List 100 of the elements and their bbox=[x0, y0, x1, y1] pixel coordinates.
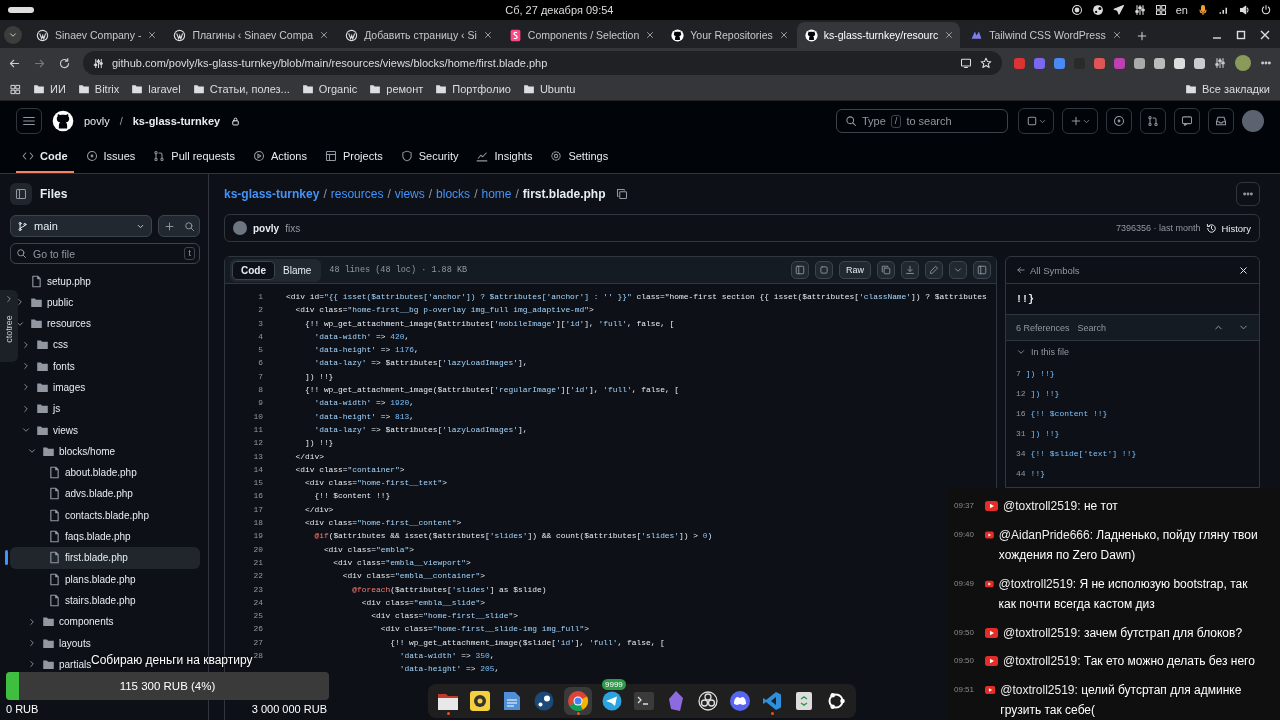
extension-icon[interactable] bbox=[1174, 57, 1185, 69]
browser-tab[interactable]: Плагины ‹ Sinaev Compa bbox=[165, 22, 336, 48]
browser-tab[interactable]: ks-glass-turnkey/resourc bbox=[796, 22, 961, 48]
reference-line-number[interactable]: 44 bbox=[1016, 468, 1026, 478]
file-item[interactable]: contacts.blade.php bbox=[14, 509, 151, 522]
branch-selector[interactable]: main bbox=[10, 215, 152, 237]
piston-icon[interactable] bbox=[534, 691, 554, 711]
pull-requests-button[interactable] bbox=[1140, 108, 1166, 134]
volume-icon[interactable] bbox=[1239, 4, 1251, 16]
piston-icon[interactable] bbox=[1091, 4, 1104, 16]
paper-plane-icon[interactable] bbox=[1112, 4, 1125, 16]
file-item[interactable]: faqs.blade.php bbox=[14, 530, 133, 543]
issues-button[interactable] bbox=[1106, 108, 1132, 134]
history-link[interactable]: History bbox=[1221, 222, 1251, 234]
repo-tab[interactable]: Projects bbox=[318, 141, 389, 173]
ribbon-icon[interactable] bbox=[762, 691, 782, 711]
close-icon[interactable] bbox=[147, 30, 158, 40]
folder-item[interactable]: components bbox=[14, 615, 116, 628]
bookmark-folder[interactable]: Organic bbox=[318, 83, 358, 95]
browser-tab[interactable]: Tailwind CSS WordPress bbox=[962, 22, 1128, 48]
clock[interactable]: Сб, 27 декабря 09:54 bbox=[48, 4, 1071, 16]
owner-link[interactable]: povly bbox=[84, 115, 110, 127]
microphone-icon[interactable] bbox=[1197, 4, 1209, 16]
address-bar[interactable]: github.com/povly/ks-glass-turnkey/blob/main/resources/views/blocks/home/first.blade.php bbox=[83, 51, 1002, 75]
extension-icon[interactable] bbox=[1054, 57, 1065, 69]
file-item[interactable]: setup.php bbox=[14, 275, 93, 287]
repo-tab[interactable]: Actions bbox=[246, 141, 313, 173]
speaker-icon[interactable] bbox=[470, 691, 490, 711]
browser-tab[interactable]: Components / Selection bbox=[500, 22, 662, 48]
media-controls-icon[interactable] bbox=[1214, 57, 1226, 69]
controller-icon[interactable] bbox=[729, 691, 751, 711]
power-icon[interactable] bbox=[1260, 4, 1272, 16]
bookmark-folder[interactable]: laravel bbox=[148, 83, 181, 95]
all-bookmarks-link[interactable]: Все закладки bbox=[1201, 83, 1270, 95]
file-item[interactable]: stairs.blade.php bbox=[14, 594, 138, 607]
collapse-sidebar-button[interactable] bbox=[10, 183, 32, 205]
close-icon[interactable] bbox=[482, 30, 493, 40]
breadcrumb-link[interactable]: views bbox=[394, 187, 425, 201]
view-tab[interactable]: Code bbox=[232, 260, 275, 280]
browser-tab[interactable]: Your Repositories bbox=[663, 22, 795, 48]
reference-code[interactable]: ]) !!} bbox=[1030, 428, 1060, 438]
discussions-button[interactable] bbox=[1174, 108, 1200, 134]
breadcrumb-link[interactable]: blocks bbox=[436, 187, 471, 201]
crystal-icon[interactable] bbox=[667, 690, 685, 712]
bookmark-star-icon[interactable] bbox=[980, 57, 992, 69]
reference-line-number[interactable]: 34 bbox=[1016, 448, 1026, 458]
assistant-button[interactable] bbox=[1018, 108, 1054, 134]
file-item[interactable]: plans.blade.php bbox=[14, 573, 138, 586]
activities-indicator[interactable] bbox=[8, 7, 34, 13]
folder-icon[interactable] bbox=[437, 691, 459, 711]
folder-item[interactable]: blocks/home bbox=[14, 445, 118, 458]
browser-tab[interactable]: Добавить страницу ‹ Si bbox=[337, 22, 499, 48]
breadcrumb-link[interactable]: ks-glass-turnkey bbox=[224, 187, 320, 201]
close-icon[interactable] bbox=[778, 30, 789, 40]
extension-icon[interactable] bbox=[1194, 57, 1205, 69]
close-icon[interactable] bbox=[319, 30, 330, 40]
folder-item[interactable]: layouts bbox=[14, 637, 93, 650]
reference-code[interactable]: ]) !!} bbox=[1030, 388, 1060, 398]
breadcrumb-link[interactable]: resources bbox=[330, 187, 384, 201]
download-button[interactable] bbox=[901, 261, 919, 279]
bookmark-folder[interactable]: Ubuntu bbox=[539, 83, 576, 95]
close-icon[interactable] bbox=[1238, 264, 1249, 276]
logo-icon[interactable] bbox=[52, 110, 74, 132]
extension-icon[interactable] bbox=[1134, 57, 1145, 69]
bookmark-folder[interactable]: Портфолио bbox=[452, 83, 511, 95]
file-item[interactable]: about.blade.php bbox=[14, 466, 139, 479]
symbols-panel-button[interactable] bbox=[973, 261, 991, 279]
file-item[interactable]: advs.blade.php bbox=[14, 487, 135, 500]
document-icon[interactable] bbox=[503, 691, 521, 711]
menu-button[interactable] bbox=[16, 108, 42, 134]
open-symbols-button[interactable] bbox=[791, 261, 809, 279]
folder-item[interactable]: images bbox=[14, 381, 88, 394]
edit-button[interactable] bbox=[925, 261, 943, 279]
reference-code[interactable]: !!} bbox=[1030, 468, 1045, 478]
reload-icon[interactable] bbox=[58, 56, 71, 70]
reference-line-number[interactable]: 16 bbox=[1016, 408, 1026, 418]
three-dots-ring-icon[interactable] bbox=[826, 691, 846, 711]
reference-line-number[interactable]: 31 bbox=[1016, 428, 1026, 438]
octotree-toggle[interactable]: ctotree bbox=[0, 290, 18, 362]
assistant-button[interactable] bbox=[815, 261, 833, 279]
commit-message[interactable]: fixs bbox=[285, 222, 301, 234]
folder-item[interactable]: fonts bbox=[14, 360, 77, 373]
repo-tab[interactable]: Pull requests bbox=[147, 141, 241, 173]
reference-line-number[interactable]: 12 bbox=[1016, 388, 1026, 398]
folder-item[interactable]: js bbox=[14, 402, 63, 415]
ring-icon[interactable] bbox=[698, 691, 718, 711]
profile-avatar[interactable] bbox=[1235, 55, 1251, 71]
back-link[interactable]: All Symbols bbox=[1030, 264, 1080, 276]
record-icon[interactable] bbox=[1070, 4, 1083, 16]
install-icon[interactable] bbox=[960, 57, 972, 69]
sliders-icon[interactable] bbox=[1133, 4, 1146, 16]
close-icon[interactable] bbox=[645, 30, 656, 40]
tab-list-button[interactable] bbox=[4, 26, 22, 44]
bookmark-folder[interactable]: Статьи, полез... bbox=[209, 83, 290, 95]
browser-tab[interactable]: Sinaev Company - bbox=[28, 22, 164, 48]
bookmark-folder[interactable]: Bitrix bbox=[94, 83, 120, 95]
repo-tab[interactable]: Security bbox=[394, 141, 465, 173]
reference-code[interactable]: {!! $content !!} bbox=[1030, 408, 1108, 418]
repo-tab[interactable]: Insights bbox=[470, 141, 539, 173]
search-field[interactable]: Type / to search bbox=[836, 109, 1008, 133]
